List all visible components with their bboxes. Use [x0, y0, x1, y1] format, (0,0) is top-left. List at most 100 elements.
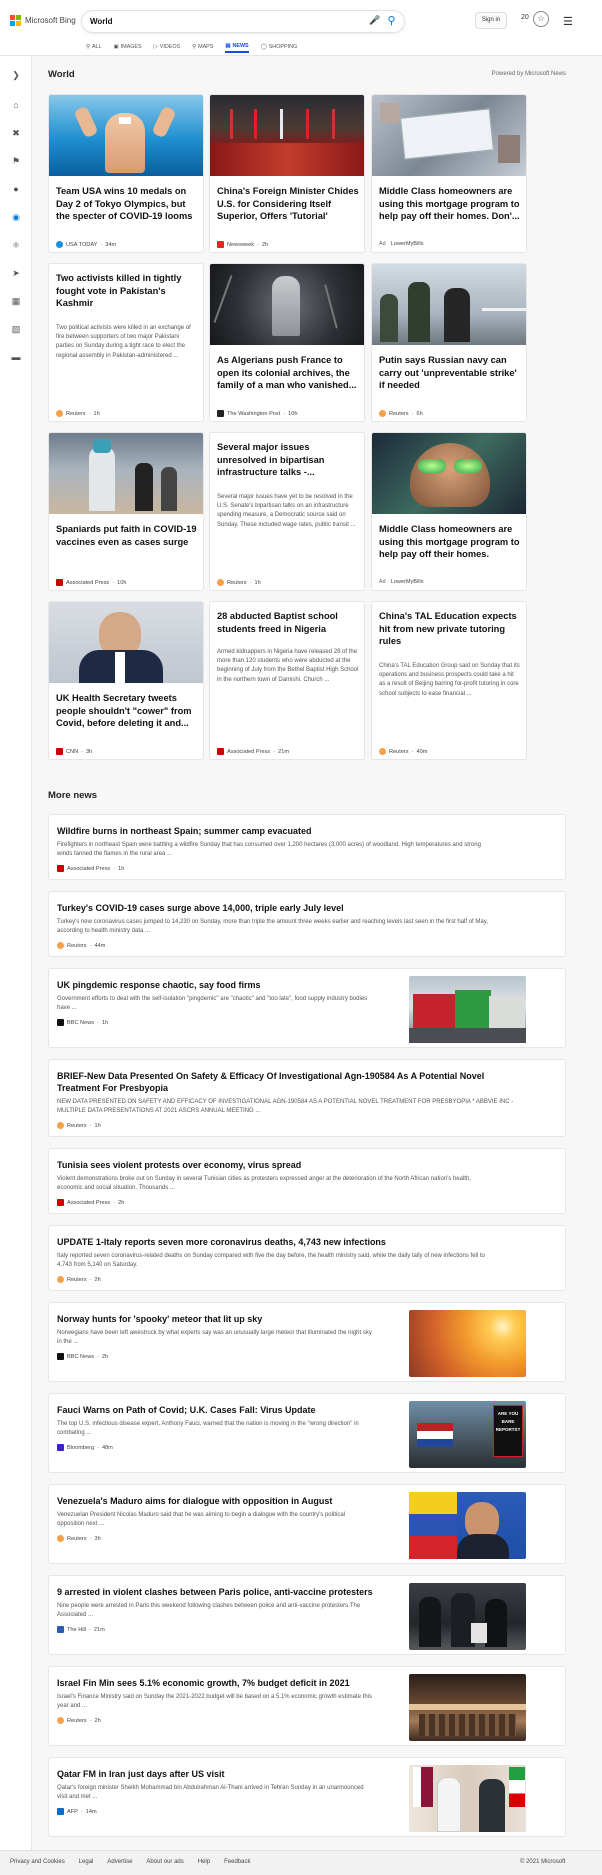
card-title: Several major issues unresolved in bipar… [217, 442, 325, 477]
item-description: in the ... [57, 1339, 79, 1345]
news-image [372, 95, 526, 176]
section-title: World [48, 69, 75, 80]
tab-videos[interactable]: ▷ VIDEOS [154, 41, 181, 53]
item-description: MULTIPLE DATA PRESENTATIONS AT 2021 ASCR… [57, 1108, 261, 1114]
news-list-item[interactable]: 9 arrested in violent clashes between Pa… [48, 1575, 566, 1655]
card-description: Armed kidnappers in Nigeria have release… [217, 649, 359, 683]
news-list-item[interactable]: Qatar FM in Iran just days after US visi… [48, 1757, 566, 1837]
reuters-logo-icon [57, 942, 64, 949]
footer-link-legal[interactable]: Legal [79, 1859, 94, 1865]
news-card[interactable]: China's TAL Education expects hit from n… [371, 601, 527, 760]
news-list-item[interactable]: UPDATE 1-Italy reports seven more corona… [48, 1225, 566, 1291]
item-title: Qatar FM in Iran just days after US visi… [57, 1769, 225, 1779]
bing-logo[interactable]: Microsoft Bing [10, 15, 76, 26]
item-source: Reuters · 2h [57, 1717, 101, 1724]
source-time: 2h [261, 241, 269, 248]
footer-link-feedback[interactable]: Feedback [224, 1859, 250, 1865]
flag-icon[interactable]: ⚑ [9, 154, 23, 168]
news-list-item[interactable]: Norway hunts for 'spooky' meteor that li… [48, 1302, 566, 1382]
card-source: Ad LowerMyBills [379, 241, 424, 247]
source-time: 3h [86, 748, 93, 755]
news-card[interactable]: Putin says Russian navy can carry out 'u… [371, 263, 527, 422]
news-card[interactable]: UK Health Secretary tweets people should… [48, 601, 204, 760]
header: Microsoft Bing 🎤 ⚲ Sign in 20 ☆ ☰ ⚲ALL ▣… [0, 0, 602, 56]
tab-shopping[interactable]: ◯ SHOPPING [261, 41, 298, 53]
news-card[interactable]: Several major issues unresolved in bipar… [209, 432, 365, 591]
source-time: 1h [118, 865, 125, 872]
reuters-logo-icon [57, 1717, 64, 1724]
news-list-item[interactable]: BRIEF-New Data Presented On Safety & Eff… [48, 1059, 566, 1137]
globe-icon[interactable]: ◉ [9, 210, 23, 224]
news-card[interactable]: Team USA wins 10 medals on Day 2 of Toky… [48, 94, 204, 253]
news-list-item[interactable]: Wildfire burns in northeast Spain; summe… [48, 814, 566, 880]
briefcase-icon[interactable]: ▧ [9, 322, 23, 336]
item-description: Associated ... [57, 1612, 94, 1618]
item-title: Fauci Warns on Path of Covid; U.K. Cases… [57, 1405, 316, 1415]
item-title: Norway hunts for 'spooky' meteor that li… [57, 1314, 263, 1324]
rocket-icon[interactable]: ➤ [9, 266, 23, 280]
search-icon[interactable]: ⚲ [384, 14, 399, 29]
item-description: Turkey's new coronavirus cases jumped to… [57, 919, 488, 925]
source-time: 1h [94, 1122, 101, 1129]
chevron-right-icon[interactable]: ❯ [9, 68, 23, 82]
sign-text: ARE YOU [497, 1411, 519, 1416]
item-source: BBC News · 1h [57, 1019, 108, 1026]
science-icon[interactable]: ⚛ [9, 238, 23, 252]
news-list-item[interactable]: Fauci Warns on Path of Covid; U.K. Cases… [48, 1393, 566, 1473]
card-source: Newsweek · 2h [217, 241, 268, 248]
rewards-count[interactable]: 20 [521, 14, 529, 21]
card-title: 28 abducted Baptist school students free… [217, 611, 338, 634]
card-title: Middle Class homeowners are using this m… [379, 186, 520, 221]
news-icon: ▤ [225, 43, 231, 49]
film-icon[interactable]: ▦ [9, 294, 23, 308]
location-icon[interactable]: ● [9, 182, 23, 196]
scope-tabs: ⚲ ALL ▣ IMAGES ▷ VIDEOS ⚲ MAPS ▤ NEWS ◯ SHOPPI… [86, 41, 297, 53]
microphone-icon[interactable]: 🎤 [369, 15, 381, 28]
tab-images[interactable]: ▣ IMAGES [114, 41, 142, 53]
search-input[interactable] [90, 14, 360, 29]
source-time: 2h [101, 1353, 109, 1360]
copyright: © 2021 Microsoft [520, 1859, 566, 1865]
footer-link-about-ads[interactable]: About our ads [146, 1859, 183, 1865]
item-source: AFP · 14m [57, 1808, 97, 1815]
news-card[interactable]: Two activists killed in tightly fought v… [48, 263, 204, 422]
news-card[interactable]: Middle Class homeowners are using this m… [371, 432, 527, 591]
news-card[interactable]: China's Foreign Minister Chides U.S. for… [209, 94, 365, 253]
item-source: Reuters · 3h [57, 1535, 101, 1542]
footer-link-advertise[interactable]: Advertise [107, 1859, 132, 1865]
card-source: USA TODAY · 34m [56, 241, 116, 248]
card-title: China's TAL Education expects hit from n… [379, 611, 517, 646]
rewards-trophy-icon[interactable]: ☆ [533, 11, 549, 27]
news-card[interactable]: Spaniards put faith in COVID-19 vaccines… [48, 432, 204, 591]
sign-in-button[interactable]: Sign in [475, 12, 507, 29]
item-title: 9 arrested in violent clashes between Pa… [57, 1587, 373, 1597]
news-list-item[interactable]: Turkey's COVID-19 cases surge above 14,0… [48, 891, 566, 957]
tab-maps[interactable]: ⚲ MAPS [192, 41, 213, 53]
news-card[interactable]: Middle Class homeowners are using this m… [371, 94, 527, 253]
news-card[interactable]: 28 abducted Baptist school students free… [209, 601, 365, 760]
tools-icon[interactable]: ✖ [9, 126, 23, 140]
news-thumbnail [409, 1492, 526, 1559]
search-box[interactable]: 🎤 ⚲ [82, 11, 404, 32]
tab-all[interactable]: ⚲ ALL [86, 41, 102, 53]
news-list-item[interactable]: UK pingdemic response chaotic, say food … [48, 968, 566, 1048]
news-card[interactable]: As Algerians push France to open its col… [209, 263, 365, 422]
tab-news[interactable]: ▤ NEWS [225, 41, 249, 53]
footer-link-privacy[interactable]: Privacy and Cookies [10, 1859, 65, 1865]
item-title: Venezuela's Maduro aims for dialogue wit… [57, 1496, 333, 1506]
powered-by[interactable]: Powered by Microsoft News [452, 71, 566, 77]
card-icon[interactable]: ▬ [9, 350, 23, 364]
card-description: Several major issues have yet to be reso… [217, 494, 356, 528]
item-description: Firefighters in northeast Spain were bat… [57, 842, 481, 848]
ap-logo-icon [56, 579, 63, 586]
footer-link-help[interactable]: Help [198, 1859, 210, 1865]
source-name: LowerMyBills [390, 579, 424, 585]
news-list-item[interactable]: Venezuela's Maduro aims for dialogue wit… [48, 1484, 566, 1564]
home-icon[interactable]: ⌂ [9, 98, 23, 112]
news-list-item[interactable]: Tunisia sees violent protests over econo… [48, 1148, 566, 1214]
hamburger-icon[interactable]: ☰ [563, 15, 573, 28]
reuters-logo-icon [217, 579, 224, 586]
news-list-item[interactable]: Israel Fin Min sees 5.1% economic growth… [48, 1666, 566, 1746]
item-description: Norwegians have been left awestruck by w… [57, 1330, 372, 1336]
source-name: Reuters [389, 410, 409, 417]
